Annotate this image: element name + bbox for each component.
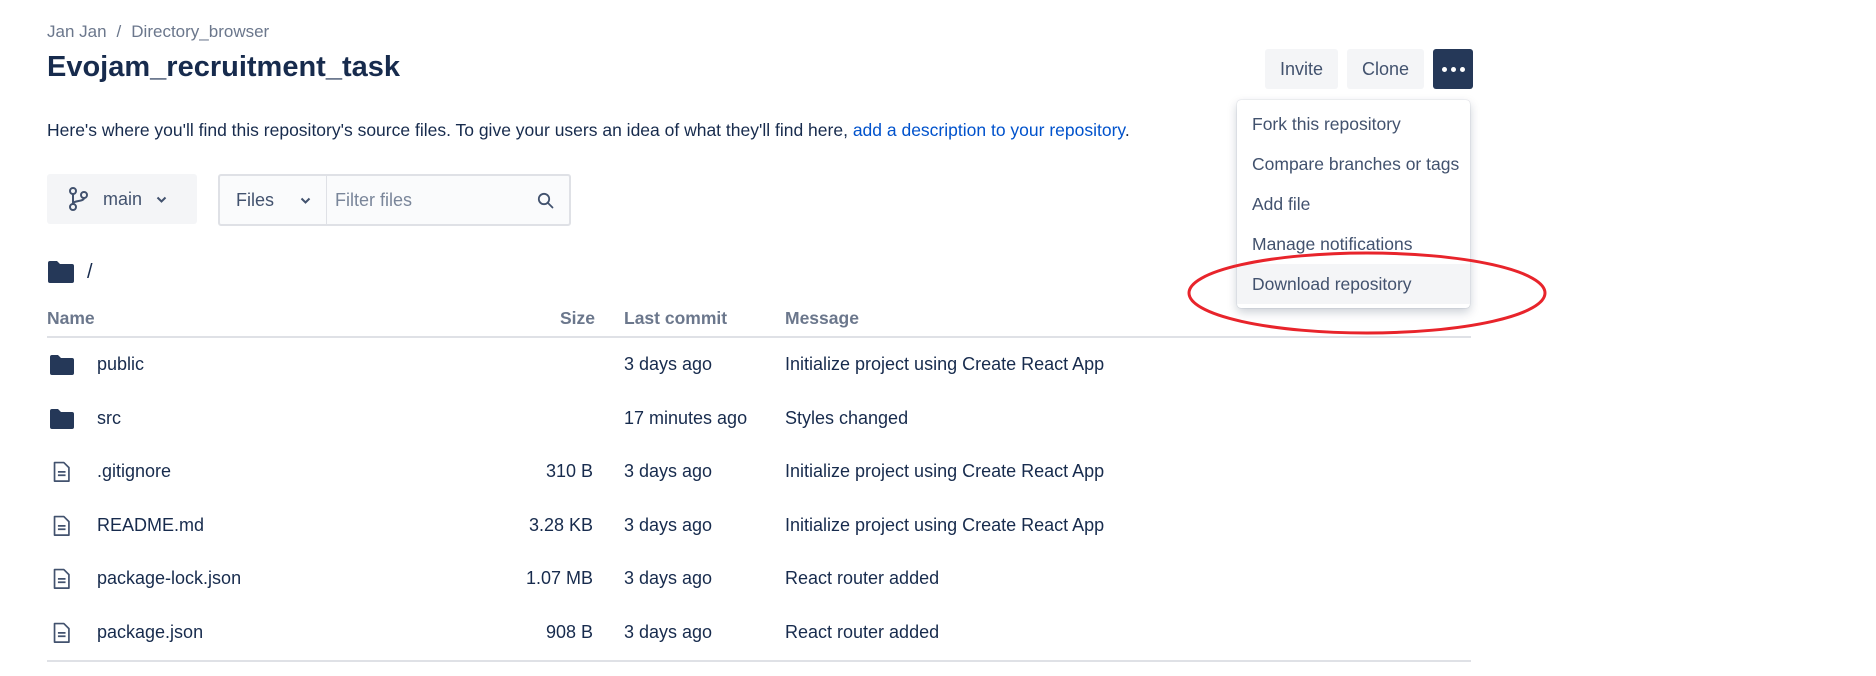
commit-message: React router added <box>785 568 940 589</box>
menu-item-download-repository[interactable]: Download repository <box>1237 264 1470 304</box>
table-row[interactable]: src 17 minutes ago Styles changed <box>47 392 1471 446</box>
branch-selector[interactable]: main <box>47 174 197 224</box>
header-name[interactable]: Name <box>47 308 95 329</box>
page-title: Evojam_recruitment_task <box>47 51 400 83</box>
table-row[interactable]: README.md 3.28 KB 3 days ago Initialize pro… <box>47 499 1471 553</box>
menu-item-compare-branches-or-tags[interactable]: Compare branches or tags <box>1237 144 1470 184</box>
branch-icon <box>69 187 88 211</box>
file-size: 310 B <box>545 461 593 482</box>
last-commit-time: 17 minutes ago <box>624 407 748 428</box>
filter-type-label: Files <box>236 189 275 210</box>
file-name-link[interactable]: .gitignore <box>97 461 171 482</box>
file-name-link[interactable]: public <box>97 354 144 375</box>
ellipsis-icon <box>1441 66 1465 72</box>
table-row[interactable]: .gitignore 310 B 3 days ago Initialize proj… <box>47 445 1471 499</box>
folder-icon <box>50 355 74 375</box>
last-commit-time: 3 days ago <box>624 514 713 535</box>
file-name-link[interactable]: package.json <box>97 622 203 643</box>
file-icon <box>53 515 70 536</box>
add-description-link[interactable]: add a description to your repository <box>853 120 1125 140</box>
table-bottom-divider <box>47 659 1471 662</box>
clone-button[interactable]: Clone <box>1347 49 1425 89</box>
header-actions: Invite Clone <box>1265 49 1474 89</box>
commit-message: Initialize project using Create React Ap… <box>785 461 1105 482</box>
file-filter: Files <box>218 174 571 226</box>
last-commit-time: 3 days ago <box>624 461 713 482</box>
description-text: Here's where you'll find this repository… <box>47 120 848 140</box>
folder-icon <box>48 261 74 283</box>
invite-button[interactable]: Invite <box>1265 49 1339 89</box>
table-row[interactable]: package.json 908 B 3 days ago React router … <box>47 606 1471 660</box>
more-actions-button[interactable] <box>1433 49 1474 89</box>
menu-item-add-file[interactable]: Add file <box>1237 184 1470 224</box>
menu-item-fork-this-repository[interactable]: Fork this repository <box>1237 104 1470 144</box>
commit-message: React router added <box>785 621 940 642</box>
description-end: . <box>1124 120 1130 140</box>
filter-type-select[interactable]: Files <box>220 176 327 224</box>
breadcrumb-owner[interactable]: Jan Jan <box>47 22 107 41</box>
file-size: 1.07 MB <box>525 568 593 589</box>
chevron-down-icon <box>156 196 167 203</box>
table-row[interactable]: public 3 days ago Initialize project using… <box>47 338 1471 392</box>
filter-files-input[interactable] <box>333 188 527 212</box>
breadcrumb-separator: / <box>116 22 122 41</box>
last-commit-time: 3 days ago <box>624 568 713 589</box>
table-row[interactable]: package-lock.json 1.07 MB 3 days ago React … <box>47 552 1471 606</box>
folder-icon <box>50 408 74 429</box>
source-file-table: Name Size Last commit Message public 3 da… <box>47 302 1471 662</box>
file-size: 908 B <box>545 621 593 642</box>
current-path: / <box>47 260 93 284</box>
breadcrumb: Jan Jan / Directory_browser <box>47 22 269 42</box>
file-size: 3.28 KB <box>528 514 593 535</box>
commit-message: Styles changed <box>785 407 909 428</box>
header-message[interactable]: Message <box>785 308 859 329</box>
header-size[interactable]: Size <box>560 308 595 329</box>
file-name-link[interactable]: src <box>97 408 121 429</box>
chevron-down-icon <box>300 197 311 204</box>
more-actions-menu: Fork this repository Compare branches or … <box>1237 100 1470 308</box>
menu-item-manage-notifications[interactable]: Manage notifications <box>1237 224 1470 264</box>
search-icon[interactable] <box>537 192 554 209</box>
commit-message: Initialize project using Create React Ap… <box>785 354 1105 374</box>
last-commit-time: 3 days ago <box>624 621 713 642</box>
file-icon <box>53 569 70 590</box>
branch-name: main <box>103 188 143 209</box>
file-icon <box>53 622 70 643</box>
commit-message: Initialize project using Create React Ap… <box>785 514 1105 535</box>
breadcrumb-repo[interactable]: Directory_browser <box>131 22 269 41</box>
file-name-link[interactable]: package-lock.json <box>97 568 241 589</box>
file-icon <box>53 461 70 483</box>
file-name-link[interactable]: README.md <box>97 515 204 536</box>
repo-description: Here's where you'll find this repository… <box>47 120 1130 141</box>
header-last-commit[interactable]: Last commit <box>624 308 727 329</box>
path-root: / <box>87 260 93 283</box>
last-commit-time: 3 days ago <box>624 354 713 374</box>
